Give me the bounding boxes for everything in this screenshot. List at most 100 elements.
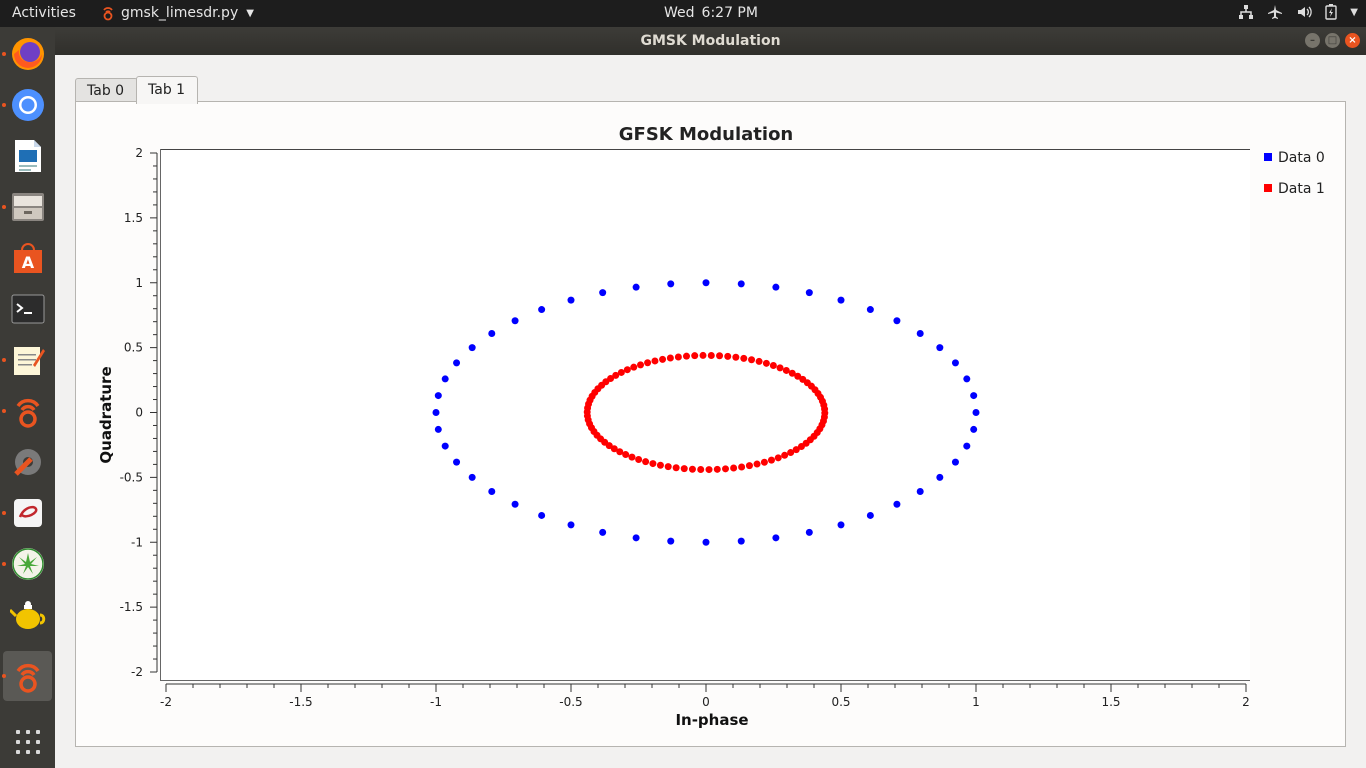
dock-item-writer[interactable] bbox=[0, 131, 55, 181]
x-tick-label: 2 bbox=[1242, 695, 1250, 709]
dock-item-gnuradio[interactable] bbox=[0, 386, 55, 436]
data-point bbox=[936, 473, 944, 481]
data-point bbox=[821, 405, 829, 413]
data-point bbox=[488, 487, 496, 495]
data-point bbox=[772, 534, 780, 542]
data-point bbox=[705, 466, 713, 474]
dock-item-gmsk-app[interactable] bbox=[2, 651, 52, 701]
gnuradio-icon bbox=[103, 7, 113, 21]
data-point bbox=[659, 355, 667, 363]
data-point bbox=[632, 534, 640, 542]
x-axis-label: In-phase bbox=[675, 711, 748, 729]
data-point bbox=[468, 344, 476, 352]
dock-item-lime-suite[interactable] bbox=[0, 539, 55, 589]
data-point bbox=[893, 500, 901, 508]
data-point bbox=[837, 296, 845, 304]
dock-item-chromium[interactable] bbox=[0, 80, 55, 130]
data-point bbox=[748, 356, 756, 364]
tab-1[interactable]: Tab 1 bbox=[136, 76, 198, 104]
data-point bbox=[453, 359, 461, 367]
data-point bbox=[760, 458, 768, 466]
y-tick-label: 1 bbox=[135, 276, 143, 290]
data-point bbox=[769, 361, 777, 369]
data-point bbox=[782, 366, 790, 374]
dock-item-files[interactable] bbox=[0, 182, 55, 232]
y-tick-label: 1.5 bbox=[124, 211, 143, 225]
files-icon bbox=[11, 193, 44, 221]
data-point bbox=[936, 344, 944, 352]
app-menu-label: gmsk_limesdr.py bbox=[121, 5, 239, 21]
maximize-button[interactable]: □ bbox=[1325, 33, 1340, 48]
settings-icon bbox=[13, 449, 41, 476]
lime-suite-icon bbox=[11, 548, 44, 580]
window-title: GMSK Modulation bbox=[640, 33, 781, 49]
data-point bbox=[916, 487, 924, 495]
data-point bbox=[762, 359, 770, 367]
dock-item-terminal[interactable] bbox=[0, 284, 55, 334]
teapot-icon bbox=[9, 601, 45, 629]
dock-item-app-red[interactable] bbox=[0, 488, 55, 538]
data-point bbox=[767, 456, 775, 464]
firefox-icon bbox=[11, 38, 44, 70]
data-point bbox=[713, 465, 721, 473]
dock-item-text-editor[interactable] bbox=[0, 335, 55, 385]
data-point bbox=[434, 425, 442, 433]
data-point bbox=[674, 353, 682, 361]
airplane-mode-icon bbox=[1268, 5, 1283, 19]
volume-icon bbox=[1298, 6, 1313, 18]
data-point bbox=[970, 425, 978, 433]
data-point bbox=[732, 353, 740, 361]
minimize-button[interactable]: – bbox=[1305, 33, 1320, 48]
data-point bbox=[434, 392, 442, 400]
x-tick-label: -1 bbox=[430, 695, 442, 709]
data-point bbox=[432, 409, 440, 416]
x-tick-label: 1 bbox=[972, 695, 980, 709]
data-point bbox=[680, 465, 688, 473]
chevron-down-icon: ▼ bbox=[246, 7, 254, 19]
data-point bbox=[963, 375, 971, 383]
chart-title: GFSK Modulation bbox=[619, 124, 794, 145]
y-tick-label: -1.5 bbox=[120, 600, 143, 614]
data-point bbox=[538, 306, 546, 314]
data-point bbox=[567, 521, 575, 529]
data-point bbox=[702, 538, 710, 546]
close-button[interactable]: × bbox=[1345, 33, 1360, 48]
data-point bbox=[649, 460, 657, 468]
system-menu-arrow-icon: ▼ bbox=[1350, 6, 1358, 18]
data-point bbox=[716, 352, 724, 360]
y-tick-label: -1 bbox=[131, 535, 143, 549]
data-point bbox=[963, 442, 971, 450]
data-point bbox=[774, 454, 782, 462]
dock-item-software[interactable]: A bbox=[0, 233, 55, 283]
window-titlebar[interactable]: GMSK Modulation – □ × bbox=[55, 27, 1366, 55]
clock-day: Wed bbox=[664, 5, 695, 21]
data-point bbox=[724, 352, 732, 360]
data-point bbox=[738, 463, 746, 471]
data-point bbox=[672, 464, 680, 472]
data-point bbox=[699, 351, 707, 359]
data-point bbox=[805, 528, 813, 536]
x-tick-label: -1.5 bbox=[289, 695, 312, 709]
data-point bbox=[972, 409, 980, 416]
tab-0[interactable]: Tab 0 bbox=[75, 78, 138, 103]
dock-item-firefox[interactable] bbox=[0, 29, 55, 79]
running-indicator bbox=[2, 674, 6, 678]
dock-item-settings[interactable] bbox=[0, 437, 55, 487]
data-point bbox=[772, 283, 780, 291]
y-tick-label: 2 bbox=[135, 146, 143, 160]
text-editor-icon bbox=[13, 347, 45, 375]
show-applications-icon[interactable] bbox=[16, 730, 40, 754]
data-point bbox=[511, 500, 519, 508]
data-point bbox=[644, 359, 652, 367]
system-status-area[interactable]: ▼ bbox=[1238, 4, 1358, 20]
battery-icon bbox=[1325, 4, 1337, 20]
running-indicator bbox=[2, 52, 6, 56]
data-point bbox=[707, 351, 715, 359]
clock[interactable]: Wed 6:27 PM bbox=[664, 5, 758, 21]
data-point bbox=[635, 456, 643, 464]
activities-button[interactable]: Activities bbox=[12, 5, 76, 21]
data-point bbox=[740, 354, 748, 362]
data-point bbox=[697, 466, 705, 474]
app-menu[interactable]: gmsk_limesdr.py ▼ bbox=[101, 5, 254, 21]
dock-item-teapot[interactable] bbox=[0, 590, 55, 640]
